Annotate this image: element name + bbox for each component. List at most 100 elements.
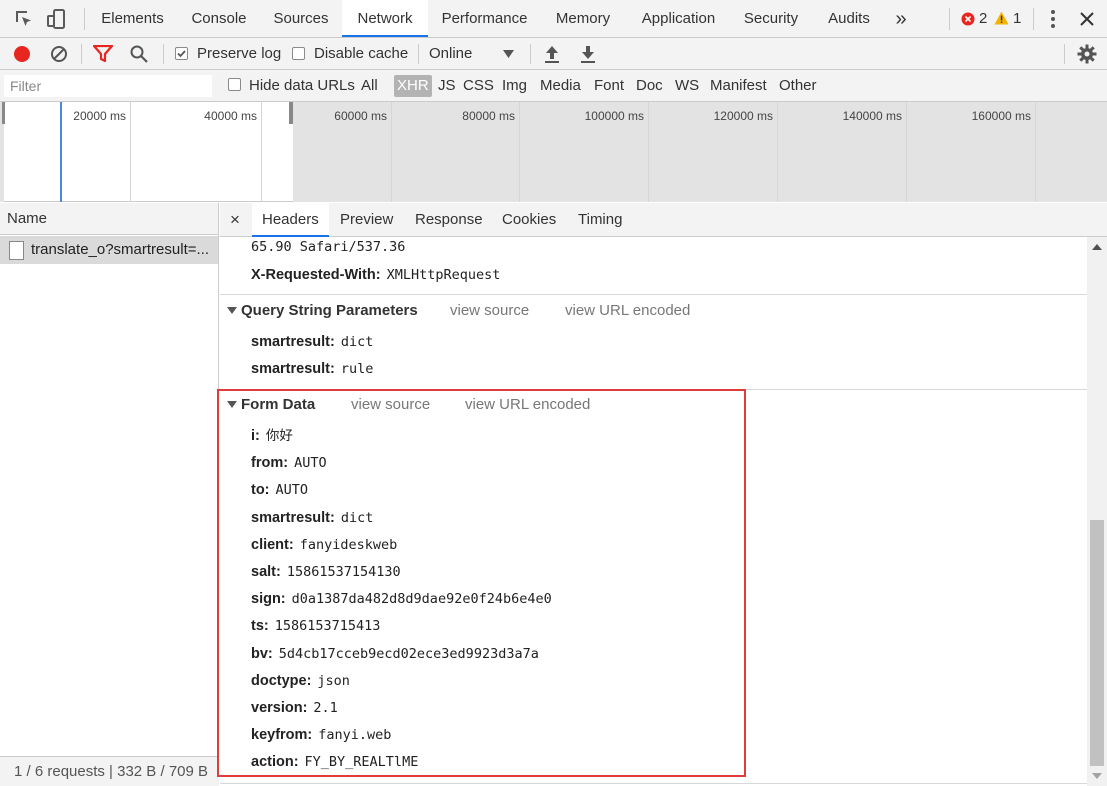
param-value: 5d4cb17cceb9ecd02ece3ed9923d3a7a <box>278 645 539 662</box>
overview-drag-handle-right[interactable] <box>289 102 293 124</box>
type-filter-other[interactable]: Other <box>776 75 820 97</box>
error-count[interactable]: 2 <box>979 0 987 38</box>
param-row: i: 你好 <box>251 424 293 446</box>
type-filter-ws[interactable]: WS <box>672 75 702 97</box>
preserve-log-checkbox[interactable] <box>175 47 188 60</box>
filter-bar: Hide data URLs All XHRJSCSSImg Media Font Do… <box>0 70 1107 102</box>
overview-tick-label: 40000 ms <box>204 109 257 123</box>
form-view-source-link[interactable]: view source <box>351 394 430 416</box>
record-icon[interactable] <box>13 45 31 63</box>
disable-cache-label[interactable]: Disable cache <box>314 38 408 70</box>
overview-gridline <box>648 102 649 202</box>
divider <box>1064 44 1065 64</box>
tab-application[interactable]: Application <box>628 0 729 38</box>
detail-tab-response[interactable]: Response <box>415 203 483 236</box>
search-icon[interactable] <box>129 44 149 64</box>
type-filter-css[interactable]: CSS <box>460 75 497 97</box>
type-filter-js[interactable]: JS <box>435 75 459 97</box>
divider <box>220 783 1087 784</box>
param-value: rule <box>340 361 374 377</box>
type-filter-all[interactable]: All <box>358 75 381 97</box>
warning-icon[interactable] <box>994 11 1009 25</box>
scroll-down-arrow-icon[interactable] <box>1092 773 1102 779</box>
param-key: action: <box>251 754 299 771</box>
type-filter-xhr[interactable]: XHR <box>394 75 432 97</box>
detail-scrollbar[interactable] <box>1087 237 1107 786</box>
param-row: smartresult: rule <box>251 357 373 379</box>
scrollbar-thumb[interactable] <box>1090 520 1104 766</box>
name-column-header[interactable]: Name <box>0 203 218 235</box>
throttling-select[interactable]: Online <box>429 38 472 70</box>
type-filter-font[interactable]: Font <box>591 75 627 97</box>
tab-security[interactable]: Security <box>735 0 807 38</box>
param-key: ts: <box>251 618 269 635</box>
request-list: Name translate_o?smartresult=... 1 / 6 r… <box>0 203 219 786</box>
overview-drag-handle-left[interactable] <box>2 102 5 124</box>
filter-icon[interactable] <box>93 45 113 63</box>
request-name: translate_o?smartresult=... <box>31 241 210 258</box>
overview-tick-label: 80000 ms <box>462 109 515 123</box>
hide-data-urls-label[interactable]: Hide data URLs <box>249 70 355 102</box>
network-toolbar: Preserve log Disable cache Online <box>0 38 1107 70</box>
param-key: sign: <box>251 591 286 608</box>
warning-count[interactable]: 1 <box>1013 0 1021 38</box>
query-view-url-encoded-link[interactable]: view URL encoded <box>565 300 690 322</box>
dropdown-arrow-icon[interactable] <box>503 50 514 58</box>
more-tabs-button[interactable]: » <box>889 0 913 38</box>
tab-console[interactable]: Console <box>180 0 258 38</box>
param-value: AUTO <box>275 482 309 499</box>
tab-audits[interactable]: Audits <box>816 0 882 38</box>
tab-sources[interactable]: Sources <box>262 0 340 38</box>
settings-gear-icon[interactable] <box>1077 44 1097 64</box>
tab-memory[interactable]: Memory <box>543 0 623 38</box>
export-har-icon[interactable] <box>580 44 596 64</box>
import-har-icon[interactable] <box>544 44 560 64</box>
param-key: smartresult: <box>251 334 335 350</box>
detail-tab-cookies[interactable]: Cookies <box>502 203 556 236</box>
error-icon[interactable] <box>961 12 975 26</box>
inspect-element-icon[interactable] <box>12 7 36 31</box>
network-overview-timeline[interactable]: 20000 ms 40000 ms 60000 ms 80000 ms 100000 m… <box>0 102 1107 202</box>
param-row: to: AUTO <box>251 478 308 500</box>
device-toolbar-icon[interactable] <box>44 7 68 31</box>
disable-cache-checkbox[interactable] <box>292 47 305 60</box>
detail-tab-timing[interactable]: Timing <box>578 203 622 236</box>
kebab-menu-icon[interactable] <box>1045 9 1061 29</box>
requests-status-bar: 1 / 6 requests | 332 B / 709 B <box>0 756 219 786</box>
detail-tab-headers[interactable]: Headers <box>252 203 329 237</box>
tab-performance[interactable]: Performance <box>430 0 539 38</box>
overview-tick-label: 140000 ms <box>842 109 902 123</box>
param-key: salt: <box>251 564 281 580</box>
overview-gridline <box>261 102 262 202</box>
query-view-source-link[interactable]: view source <box>450 300 529 322</box>
overview-gridline <box>391 102 392 202</box>
form-data-section-toggle[interactable]: Form Data <box>227 394 315 416</box>
form-view-url-encoded-link[interactable]: view URL encoded <box>465 394 590 416</box>
preserve-log-label[interactable]: Preserve log <box>197 38 281 70</box>
param-value: FY_BY_REALTlME <box>304 754 419 771</box>
divider <box>84 8 85 30</box>
type-filter-manifest[interactable]: Manifest <box>707 75 770 97</box>
type-filter-img[interactable]: Img <box>499 75 530 97</box>
type-filter-doc[interactable]: Doc <box>633 75 666 97</box>
divider <box>1033 8 1034 30</box>
header-x-requested-with: X-Requested-With: XMLHttpRequest <box>251 267 501 283</box>
overview-tick-label: 60000 ms <box>334 109 387 123</box>
param-row: keyfrom: fanyi.web <box>251 723 391 745</box>
request-row[interactable]: translate_o?smartresult=... <box>0 236 218 264</box>
overview-gridline <box>130 102 131 202</box>
type-filter-media[interactable]: Media <box>537 75 584 97</box>
scroll-up-arrow-icon[interactable] <box>1092 244 1102 250</box>
close-devtools-icon[interactable] <box>1079 11 1095 27</box>
divider <box>163 44 164 64</box>
detail-tab-preview[interactable]: Preview <box>340 203 393 236</box>
header-ua-tail: 65.90 Safari/537.36 <box>251 239 406 255</box>
clear-icon[interactable] <box>50 45 68 63</box>
hide-data-urls-checkbox[interactable] <box>228 78 241 91</box>
tab-network[interactable]: Network <box>342 0 428 37</box>
close-detail-button[interactable]: × <box>230 203 240 236</box>
filter-input[interactable] <box>4 75 212 97</box>
param-value: 1586153715413 <box>274 618 381 635</box>
tab-elements[interactable]: Elements <box>90 0 175 38</box>
query-string-section-toggle[interactable]: Query String Parameters <box>227 300 418 322</box>
